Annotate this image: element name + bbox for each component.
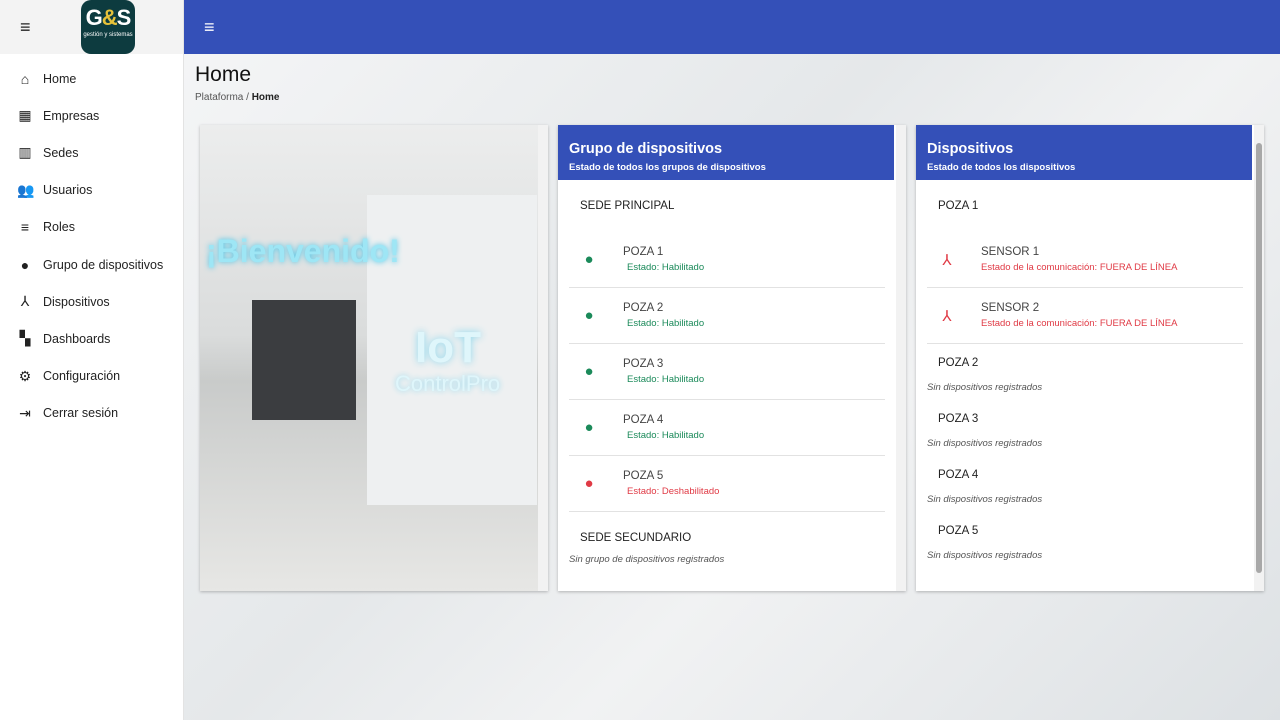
logo[interactable]: G&S gestión y sistemas	[81, 0, 135, 54]
empty-message: Sin dispositivos registrados	[927, 438, 1043, 449]
group-name: POZA 1	[623, 246, 664, 258]
sidebar-item-4[interactable]: ≡ Roles	[0, 209, 183, 246]
card-subtitle: Estado de todos los grupos de dispositiv…	[569, 162, 766, 173]
empty-message: Sin grupo de dispositivos registrados	[569, 554, 725, 565]
device-name: SENSOR 2	[981, 302, 1040, 314]
sidebar-item-8[interactable]: ⚙ Configuración	[0, 358, 183, 395]
card-title: Grupo de dispositivos	[569, 141, 723, 157]
device-item[interactable]: ⅄ SENSOR 2 Estado de la comunicación: FUER…	[927, 288, 1243, 344]
menu-icon[interactable]: ≡	[20, 18, 31, 36]
card-subtitle: Estado de todos los dispositivos	[927, 162, 1076, 173]
device-name: SENSOR 1	[981, 246, 1040, 258]
group-item[interactable]: ● POZA 5 Estado: Deshabilitado	[569, 456, 885, 512]
logout-icon: ⇥	[19, 404, 31, 421]
group-status: Estado: Habilitado	[627, 430, 705, 441]
sidebar-item-label: Dashboards	[43, 331, 111, 346]
poza-heading: POZA 1	[938, 200, 979, 212]
sidebar-item-label: Grupo de dispositivos	[43, 257, 164, 272]
empty-message: Sin dispositivos registrados	[927, 382, 1043, 393]
sidebar-item-2[interactable]: ▥ Sedes	[0, 134, 183, 171]
device-hub-icon: ⅄	[20, 293, 30, 310]
group-item[interactable]: ● POZA 2 Estado: Habilitado	[569, 288, 885, 344]
scrollbar[interactable]	[538, 125, 548, 591]
welcome-image-screen	[252, 300, 356, 420]
group-status: Estado: Habilitado	[627, 262, 705, 273]
sidebar-item-5[interactable]: ● Grupo de dispositivos	[0, 246, 183, 283]
device-group-icon: ●	[584, 475, 594, 492]
group-item[interactable]: ● POZA 3 Estado: Habilitado	[569, 344, 885, 400]
devices-card: Dispositivos Estado de todos los disposit…	[916, 125, 1264, 591]
sidebar-item-label: Cerrar sesión	[43, 406, 119, 421]
building-icon: ▦	[18, 107, 32, 124]
poza-heading: POZA 4	[938, 469, 979, 481]
device-hub-icon: ⅄	[942, 251, 952, 269]
device-hub-icon: ⅄	[942, 307, 952, 325]
users-icon: 👥	[17, 181, 35, 198]
sidebar-item-label: Dispositivos	[43, 294, 110, 309]
dashboard-icon: ▚	[19, 330, 31, 347]
menu-toggle-icon[interactable]: ≡	[204, 18, 215, 36]
sidebar: ≡ G&S gestión y sistemas ⌂ Home ▦ Empresas ▥ S…	[0, 0, 184, 720]
device-group-icon: ●	[584, 363, 594, 380]
scrollbar[interactable]	[1254, 125, 1264, 591]
group-status: Estado: Habilitado	[627, 374, 705, 385]
scrollbar-thumb[interactable]	[1256, 143, 1262, 573]
poza-heading: POZA 3	[938, 413, 979, 425]
card-title: Dispositivos	[927, 141, 1014, 157]
sidebar-item-6[interactable]: ⅄ Dispositivos	[0, 283, 183, 320]
breadcrumb: Plataforma / Home	[195, 92, 280, 103]
group-status: Estado: Habilitado	[627, 318, 705, 329]
sidebar-item-0[interactable]: ⌂ Home	[0, 60, 183, 97]
sidebar-item-label: Sedes	[43, 145, 79, 160]
device-group-icon: ●	[584, 251, 594, 268]
sidebar-item-3[interactable]: 👥 Usuarios	[0, 172, 183, 209]
device-item[interactable]: ⅄ SENSOR 1 Estado de la comunicación: FUER…	[927, 232, 1243, 288]
sidebar-item-9[interactable]: ⇥ Cerrar sesión	[0, 395, 183, 432]
roles-icon: ≡	[20, 219, 30, 236]
group-name: POZA 4	[623, 414, 664, 426]
breadcrumb-platform[interactable]: Plataforma	[195, 92, 243, 103]
home-icon: ⌂	[20, 70, 30, 87]
sidebar-header: ≡ G&S gestión y sistemas	[0, 0, 183, 54]
group-name: POZA 2	[623, 302, 664, 314]
welcome-title: ¡Bienvenido!	[206, 233, 400, 269]
breadcrumb-separator: /	[246, 92, 249, 103]
group-name: POZA 5	[623, 470, 664, 482]
device-status: Estado de la comunicación: FUERA DE LÍNE…	[981, 262, 1178, 273]
controlpro-logo: ControlPro	[395, 371, 501, 396]
empty-message: Sin dispositivos registrados	[927, 550, 1043, 561]
sidebar-item-label: Home	[43, 71, 77, 86]
group-name: POZA 3	[623, 358, 664, 370]
empty-message: Sin dispositivos registrados	[927, 494, 1043, 505]
scrollbar[interactable]	[896, 125, 906, 591]
gear-icon: ⚙	[18, 367, 32, 384]
poza-heading: POZA 5	[938, 525, 979, 537]
device-group-icon: ●	[584, 419, 594, 436]
main-content: Home Plataforma / Home ¡Bienvenido! IoT …	[184, 54, 1280, 720]
sidebar-item-label: Usuarios	[43, 183, 93, 198]
sidebar-item-label: Empresas	[43, 108, 100, 123]
device-group-icon: ●	[584, 307, 594, 324]
device-group-icon: ●	[20, 256, 30, 273]
group-item[interactable]: ● POZA 1 Estado: Habilitado	[569, 232, 885, 288]
sidebar-item-label: Configuración	[43, 369, 121, 384]
iot-logo: IoT	[415, 323, 481, 372]
sidebar-item-label: Roles	[43, 220, 75, 235]
device-groups-card: Grupo de dispositivos Estado de todos los…	[558, 125, 906, 591]
top-bar: ≡	[184, 0, 1280, 54]
breadcrumb-current: Home	[251, 92, 280, 103]
sidebar-item-1[interactable]: ▦ Empresas	[0, 97, 183, 134]
welcome-card: ¡Bienvenido! IoT ControlPro	[200, 125, 548, 591]
poza-heading: POZA 2	[938, 357, 979, 369]
group-item[interactable]: ● POZA 4 Estado: Habilitado	[569, 400, 885, 456]
page-title: Home	[195, 63, 252, 86]
sidebar-item-7[interactable]: ▚ Dashboards	[0, 320, 183, 357]
device-status: Estado de la comunicación: FUERA DE LÍNE…	[981, 318, 1178, 329]
city-icon: ▥	[18, 144, 32, 161]
group-status: Estado: Deshabilitado	[627, 486, 720, 497]
sede-heading: SEDE PRINCIPAL	[580, 200, 675, 212]
